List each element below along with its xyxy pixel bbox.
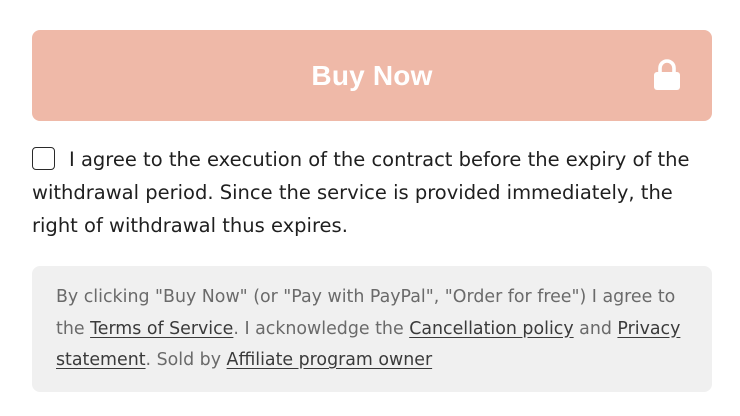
withdrawal-consent: I agree to the execution of the contract…	[32, 143, 712, 242]
withdrawal-consent-checkbox[interactable]	[32, 147, 55, 170]
withdrawal-consent-text: I agree to the execution of the contract…	[32, 148, 690, 237]
seller-link[interactable]: Affiliate program owner	[227, 350, 433, 370]
legal-text-mid1: . I acknowledge the	[233, 318, 410, 339]
cancellation-policy-link[interactable]: Cancellation policy	[409, 319, 573, 339]
terms-of-service-link[interactable]: Terms of Service	[90, 319, 233, 339]
legal-notice: By clicking "Buy Now" (or "Pay with PayP…	[32, 266, 712, 392]
legal-text-mid3: . Sold by	[145, 350, 227, 370]
legal-text-mid2: and	[573, 318, 618, 339]
buy-now-label: Buy Now	[311, 59, 433, 91]
buy-now-button[interactable]: Buy Now	[32, 30, 712, 121]
lock-icon	[654, 59, 680, 90]
